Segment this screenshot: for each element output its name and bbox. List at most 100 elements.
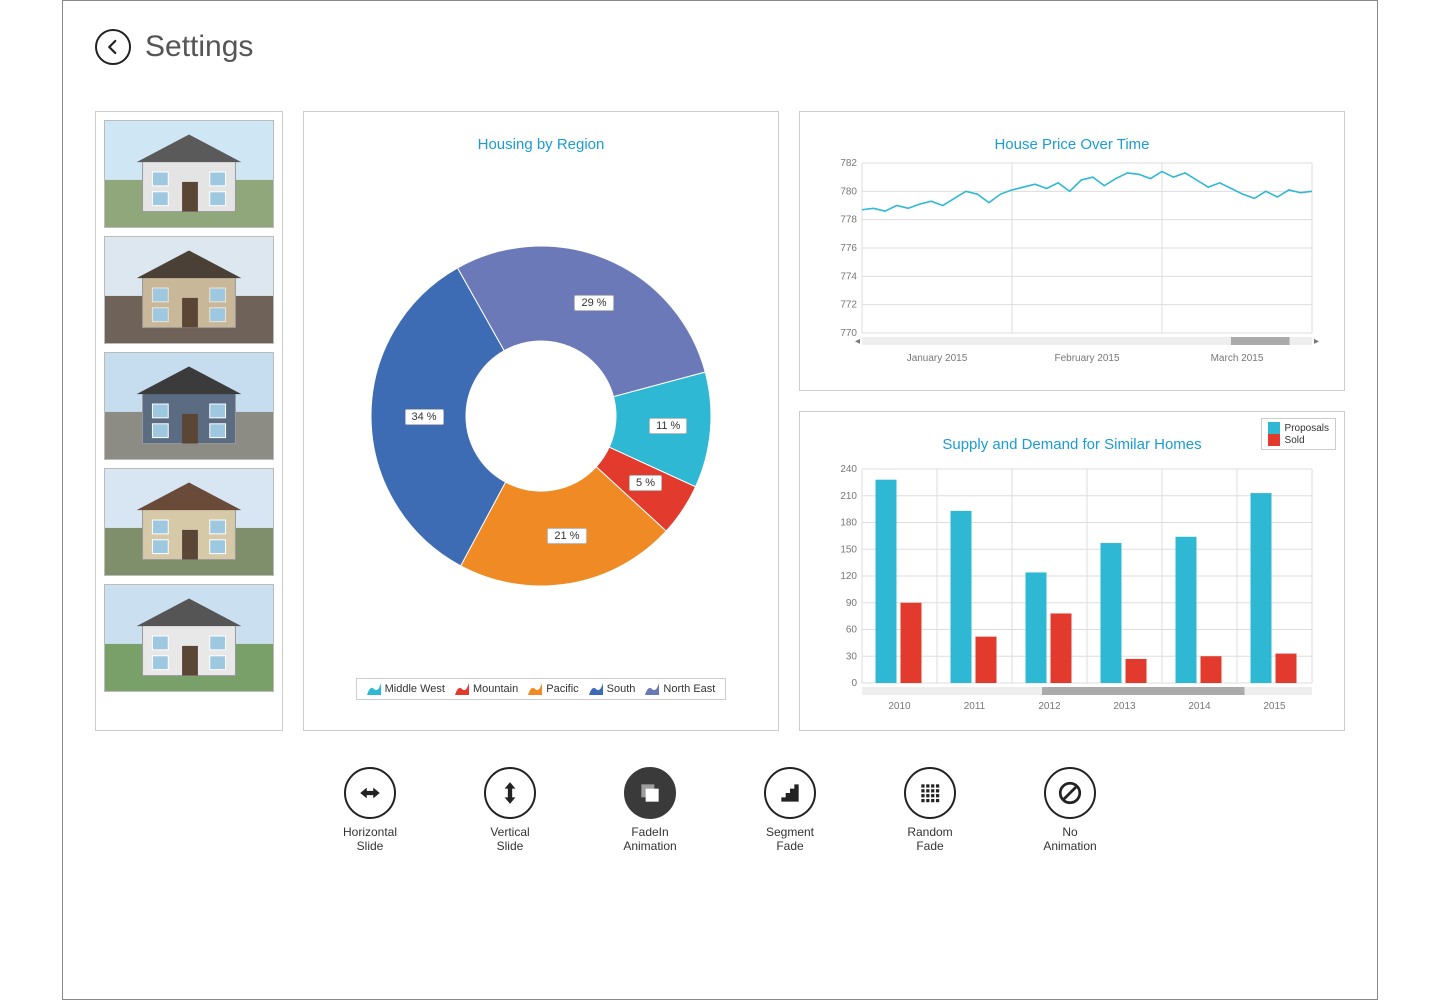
y-tick-label: 30: [846, 651, 858, 662]
arrows-vertical-icon: [497, 780, 523, 806]
animation-vertical-button[interactable]: VerticalSlide: [465, 767, 555, 854]
bar-legend-item[interactable]: Sold: [1268, 434, 1329, 446]
x-tick-label: February 2015: [1054, 353, 1119, 364]
legend-item[interactable]: Pacific: [528, 683, 578, 695]
bar-chart: 0306090120150180210240201020112012201320…: [822, 453, 1322, 723]
bar[interactable]: [1126, 659, 1147, 683]
donut-slice-label: 21 %: [547, 528, 586, 544]
layers-icon: [637, 780, 663, 806]
x-tick-label: 2011: [964, 701, 986, 712]
legend-swatch-icon: [455, 683, 469, 695]
thumbnail-list: [95, 111, 283, 731]
h-scroll-thumb[interactable]: [1231, 337, 1290, 345]
line-chart-panel: House Price Over Time 770772774776778780…: [799, 111, 1345, 391]
scroll-arrow-right-icon[interactable]: ▸: [1314, 336, 1319, 347]
x-tick-label: March 2015: [1211, 353, 1264, 364]
donut-slice[interactable]: [458, 245, 706, 396]
bar[interactable]: [951, 511, 972, 683]
legend-swatch-icon: [528, 683, 542, 695]
bar[interactable]: [1276, 654, 1297, 683]
h-scroll-thumb[interactable]: [1042, 687, 1245, 695]
donut-legend: Middle West Mountain Pacific South North Eas…: [356, 678, 727, 700]
legend-swatch-icon: [589, 683, 603, 695]
main-content: Housing by Region 11 %5 %21 %34 %29 % Mi…: [63, 81, 1377, 731]
animation-icon-circle: [344, 767, 396, 819]
animation-toolbar: HorizontalSlide VerticalSlide FadeInAnim…: [63, 731, 1377, 874]
animation-label: VerticalSlide: [490, 825, 529, 854]
animation-label: FadeInAnimation: [623, 825, 676, 854]
bar[interactable]: [1101, 543, 1122, 683]
legend-item[interactable]: Mountain: [455, 683, 518, 695]
legend-swatch-icon: [645, 683, 659, 695]
bar[interactable]: [1026, 572, 1047, 683]
thumbnail-1[interactable]: [104, 120, 274, 228]
x-tick-label: 2012: [1038, 701, 1061, 712]
legend-label: Sold: [1285, 435, 1305, 446]
y-tick-label: 120: [840, 571, 857, 582]
house-illustration-icon: [105, 353, 273, 459]
line-chart: 770772774776778780782January 2015Februar…: [822, 153, 1322, 383]
y-tick-label: 772: [840, 300, 857, 311]
animation-none-button[interactable]: NoAnimation: [1025, 767, 1115, 854]
donut-slice-label: 29 %: [574, 295, 613, 311]
y-tick-label: 60: [846, 625, 858, 636]
page-title: Settings: [145, 30, 253, 64]
donut-svg: [331, 206, 751, 626]
animation-icon-circle: [1044, 767, 1096, 819]
animation-random-button[interactable]: RandomFade: [885, 767, 975, 854]
bar[interactable]: [1176, 537, 1197, 683]
thumbnail-2[interactable]: [104, 236, 274, 344]
legend-item[interactable]: Middle West: [367, 683, 445, 695]
animation-icon-circle: [624, 767, 676, 819]
thumbnail-5[interactable]: [104, 584, 274, 692]
stairs-icon: [777, 780, 803, 806]
bar[interactable]: [1201, 656, 1222, 683]
legend-label: Pacific: [546, 683, 578, 695]
donut-slice-label: 5 %: [629, 475, 662, 491]
donut-slice-label: 34 %: [405, 409, 444, 425]
y-tick-label: 210: [840, 491, 857, 502]
arrows-horizontal-icon: [357, 780, 383, 806]
x-tick-label: 2014: [1188, 701, 1211, 712]
x-tick-label: 2015: [1263, 701, 1286, 712]
animation-icon-circle: [484, 767, 536, 819]
y-tick-label: 240: [840, 464, 857, 475]
legend-item[interactable]: South: [589, 683, 636, 695]
animation-label: SegmentFade: [766, 825, 814, 854]
y-tick-label: 776: [840, 243, 857, 254]
animation-segment-button[interactable]: SegmentFade: [745, 767, 835, 854]
grid-dots-icon: [917, 780, 943, 806]
line-title: House Price Over Time: [994, 136, 1149, 153]
animation-label: NoAnimation: [1043, 825, 1096, 854]
y-tick-label: 180: [840, 518, 857, 529]
bar[interactable]: [901, 603, 922, 683]
charts-area: Housing by Region 11 %5 %21 %34 %29 % Mi…: [303, 111, 1345, 731]
y-tick-label: 150: [840, 544, 857, 555]
donut-slice-label: 11 %: [649, 418, 687, 434]
thumbnail-3[interactable]: [104, 352, 274, 460]
right-charts-column: House Price Over Time 770772774776778780…: [799, 111, 1345, 731]
thumbnail-4[interactable]: [104, 468, 274, 576]
bar-legend-item[interactable]: Proposals: [1268, 422, 1329, 434]
x-tick-label: 2010: [888, 701, 911, 712]
legend-label: Middle West: [385, 683, 445, 695]
animation-fadein-button[interactable]: FadeInAnimation: [605, 767, 695, 854]
back-button[interactable]: [95, 29, 131, 65]
cancel-icon: [1057, 780, 1083, 806]
bar-chart-panel: Supply and Demand for Similar Homes Prop…: [799, 411, 1345, 731]
legend-swatch-icon: [1268, 434, 1280, 446]
legend-swatch-icon: [367, 683, 381, 695]
bar[interactable]: [976, 637, 997, 683]
legend-label: North East: [663, 683, 715, 695]
legend-swatch-icon: [1268, 422, 1280, 434]
bar[interactable]: [1051, 613, 1072, 683]
header-bar: Settings: [63, 1, 1377, 81]
bar[interactable]: [1251, 493, 1272, 683]
bar-title: Supply and Demand for Similar Homes: [942, 436, 1201, 453]
legend-item[interactable]: North East: [645, 683, 715, 695]
scroll-arrow-left-icon[interactable]: ◂: [855, 336, 860, 347]
animation-label: RandomFade: [907, 825, 952, 854]
animation-horizontal-button[interactable]: HorizontalSlide: [325, 767, 415, 854]
bar[interactable]: [876, 480, 897, 683]
arrow-left-icon: [104, 38, 122, 56]
